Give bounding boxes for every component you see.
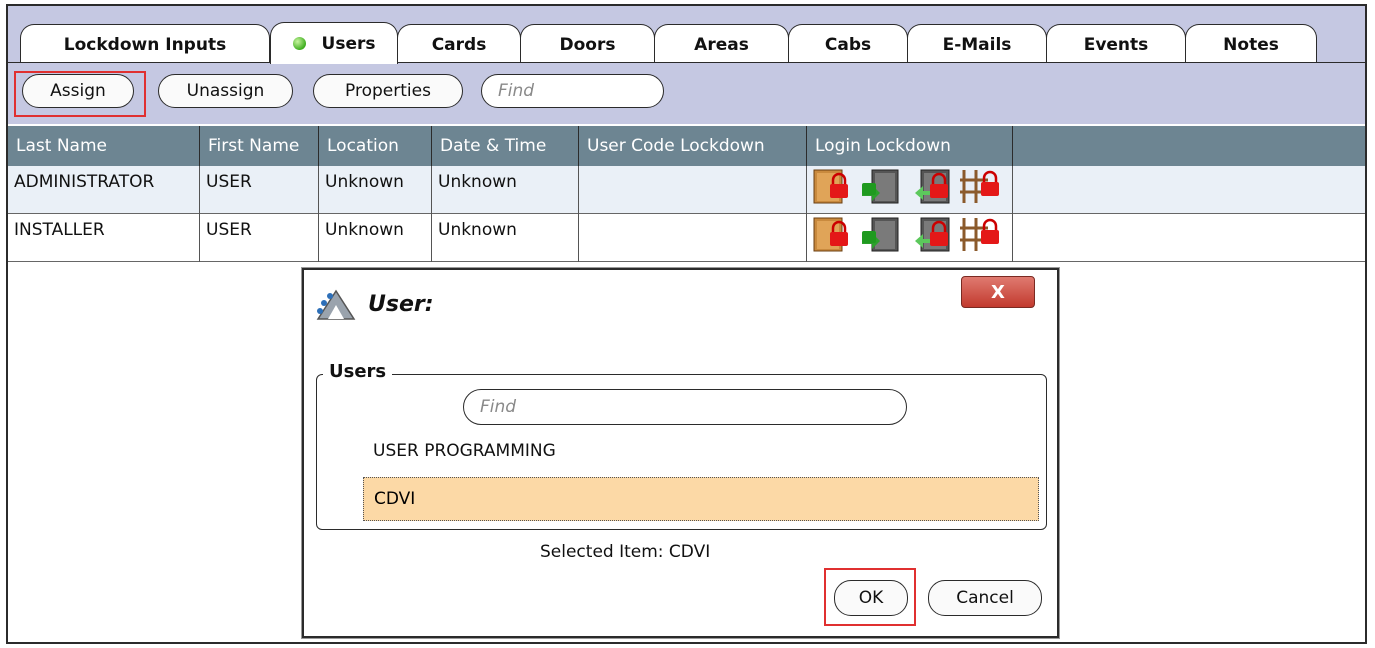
tab-label: Notes [1223,34,1279,55]
status-led-icon [292,37,306,50]
tab-events[interactable]: Events [1046,24,1186,64]
tab-label: Events [1083,34,1149,55]
door-exit-lock-icon[interactable] [860,216,907,252]
ok-button-label: OK [858,588,884,608]
cell-user-code-lockdown [579,214,807,262]
column-header-label: Last Name [16,136,107,156]
assign-button[interactable]: Assign [22,74,134,108]
list-item-user-programming[interactable]: USER PROGRAMMING [373,441,556,461]
door-lock-icon[interactable] [811,168,858,204]
close-icon: X [991,281,1005,303]
column-header-label: First Name [208,136,300,156]
column-header-filler [1013,126,1365,166]
unassign-button[interactable]: Unassign [158,74,293,108]
cell-first-name: USER [200,166,319,214]
column-header-first-name[interactable]: First Name [200,126,319,166]
cancel-button[interactable]: Cancel [928,580,1042,616]
cell-last-name: ADMINISTRATOR [8,166,200,214]
properties-button[interactable]: Properties [313,74,463,108]
tab-cabs[interactable]: Cabs [788,24,908,64]
column-header-location[interactable]: Location [319,126,432,166]
cell-date-time: Unknown [432,166,579,214]
column-header-label: Location [327,136,399,156]
dialog-title: User: [368,291,434,317]
tab-emails[interactable]: E-Mails [907,24,1047,64]
search-placeholder: Find [498,81,535,101]
users-groupbox: Users Find USER PROGRAMMING CDVI [316,361,1047,530]
dialog-search-placeholder: Find [480,397,517,417]
gate-lock-icon[interactable] [958,216,1005,252]
toolbar: Assign Unassign Properties Find [8,62,1365,124]
tab-doors[interactable]: Doors [520,24,655,64]
assign-button-label: Assign [50,81,106,101]
dialog-titlebar: User: [314,278,434,330]
door-lock-icon[interactable] [811,216,858,252]
search-input[interactable]: Find [481,74,664,108]
unassign-button-label: Unassign [186,81,265,101]
properties-button-label: Properties [345,81,431,101]
list-item-label: CDVI [374,489,416,509]
door-exit-lock-icon[interactable] [860,168,907,204]
tab-strip: Lockdown Inputs Users Cards Doors Areas … [8,6,1365,64]
cell-first-name: USER [200,214,319,262]
list-item-cdvi[interactable]: CDVI [363,477,1039,521]
tab-cards[interactable]: Cards [397,24,521,64]
cell-login-lockdown [807,214,1013,262]
column-header-label: Login Lockdown [815,136,951,156]
ok-button[interactable]: OK [834,580,908,616]
column-header-user-code-lockdown[interactable]: User Code Lockdown [579,126,807,166]
tab-areas[interactable]: Areas [654,24,789,64]
close-button[interactable]: X [961,276,1035,308]
user-dialog: User: X Users Find USER PROGRAMMING CDVI… [302,268,1059,638]
tab-label: E-Mails [942,34,1012,55]
tab-users[interactable]: Users [270,22,398,64]
tab-label: Cabs [824,34,872,55]
tab-lockdown-inputs[interactable]: Lockdown Inputs [20,24,270,64]
door-entry-lock-icon[interactable] [909,216,956,252]
tab-label: Cards [431,34,487,55]
tab-label: Areas [694,34,749,55]
cell-last-name: INSTALLER [8,214,200,262]
column-header-login-lockdown[interactable]: Login Lockdown [807,126,1013,166]
tab-label: Lockdown Inputs [63,34,227,55]
app-logo-icon [316,289,356,320]
gate-lock-icon[interactable] [958,168,1005,204]
cell-login-lockdown [807,166,1013,214]
tab-notes[interactable]: Notes [1185,24,1317,64]
column-header-date-time[interactable]: Date & Time [432,126,579,166]
cancel-button-label: Cancel [956,588,1014,608]
cell-user-code-lockdown [579,166,807,214]
dialog-search-input[interactable]: Find [463,389,907,425]
table-row[interactable]: ADMINISTRATOR USER Unknown Unknown [8,166,1365,214]
tab-label: Doors [559,34,616,55]
group-label: Users [323,361,393,382]
door-entry-lock-icon[interactable] [909,168,956,204]
cell-location: Unknown [319,166,432,214]
selected-item-text: Selected Item: CDVI [540,542,711,562]
tab-label: Users [321,33,376,54]
column-header-last-name[interactable]: Last Name [8,126,200,166]
column-header-label: User Code Lockdown [587,136,765,156]
column-header-label: Date & Time [440,136,547,156]
cell-location: Unknown [319,214,432,262]
cell-date-time: Unknown [432,214,579,262]
table-row[interactable]: INSTALLER USER Unknown Unknown [8,214,1365,262]
